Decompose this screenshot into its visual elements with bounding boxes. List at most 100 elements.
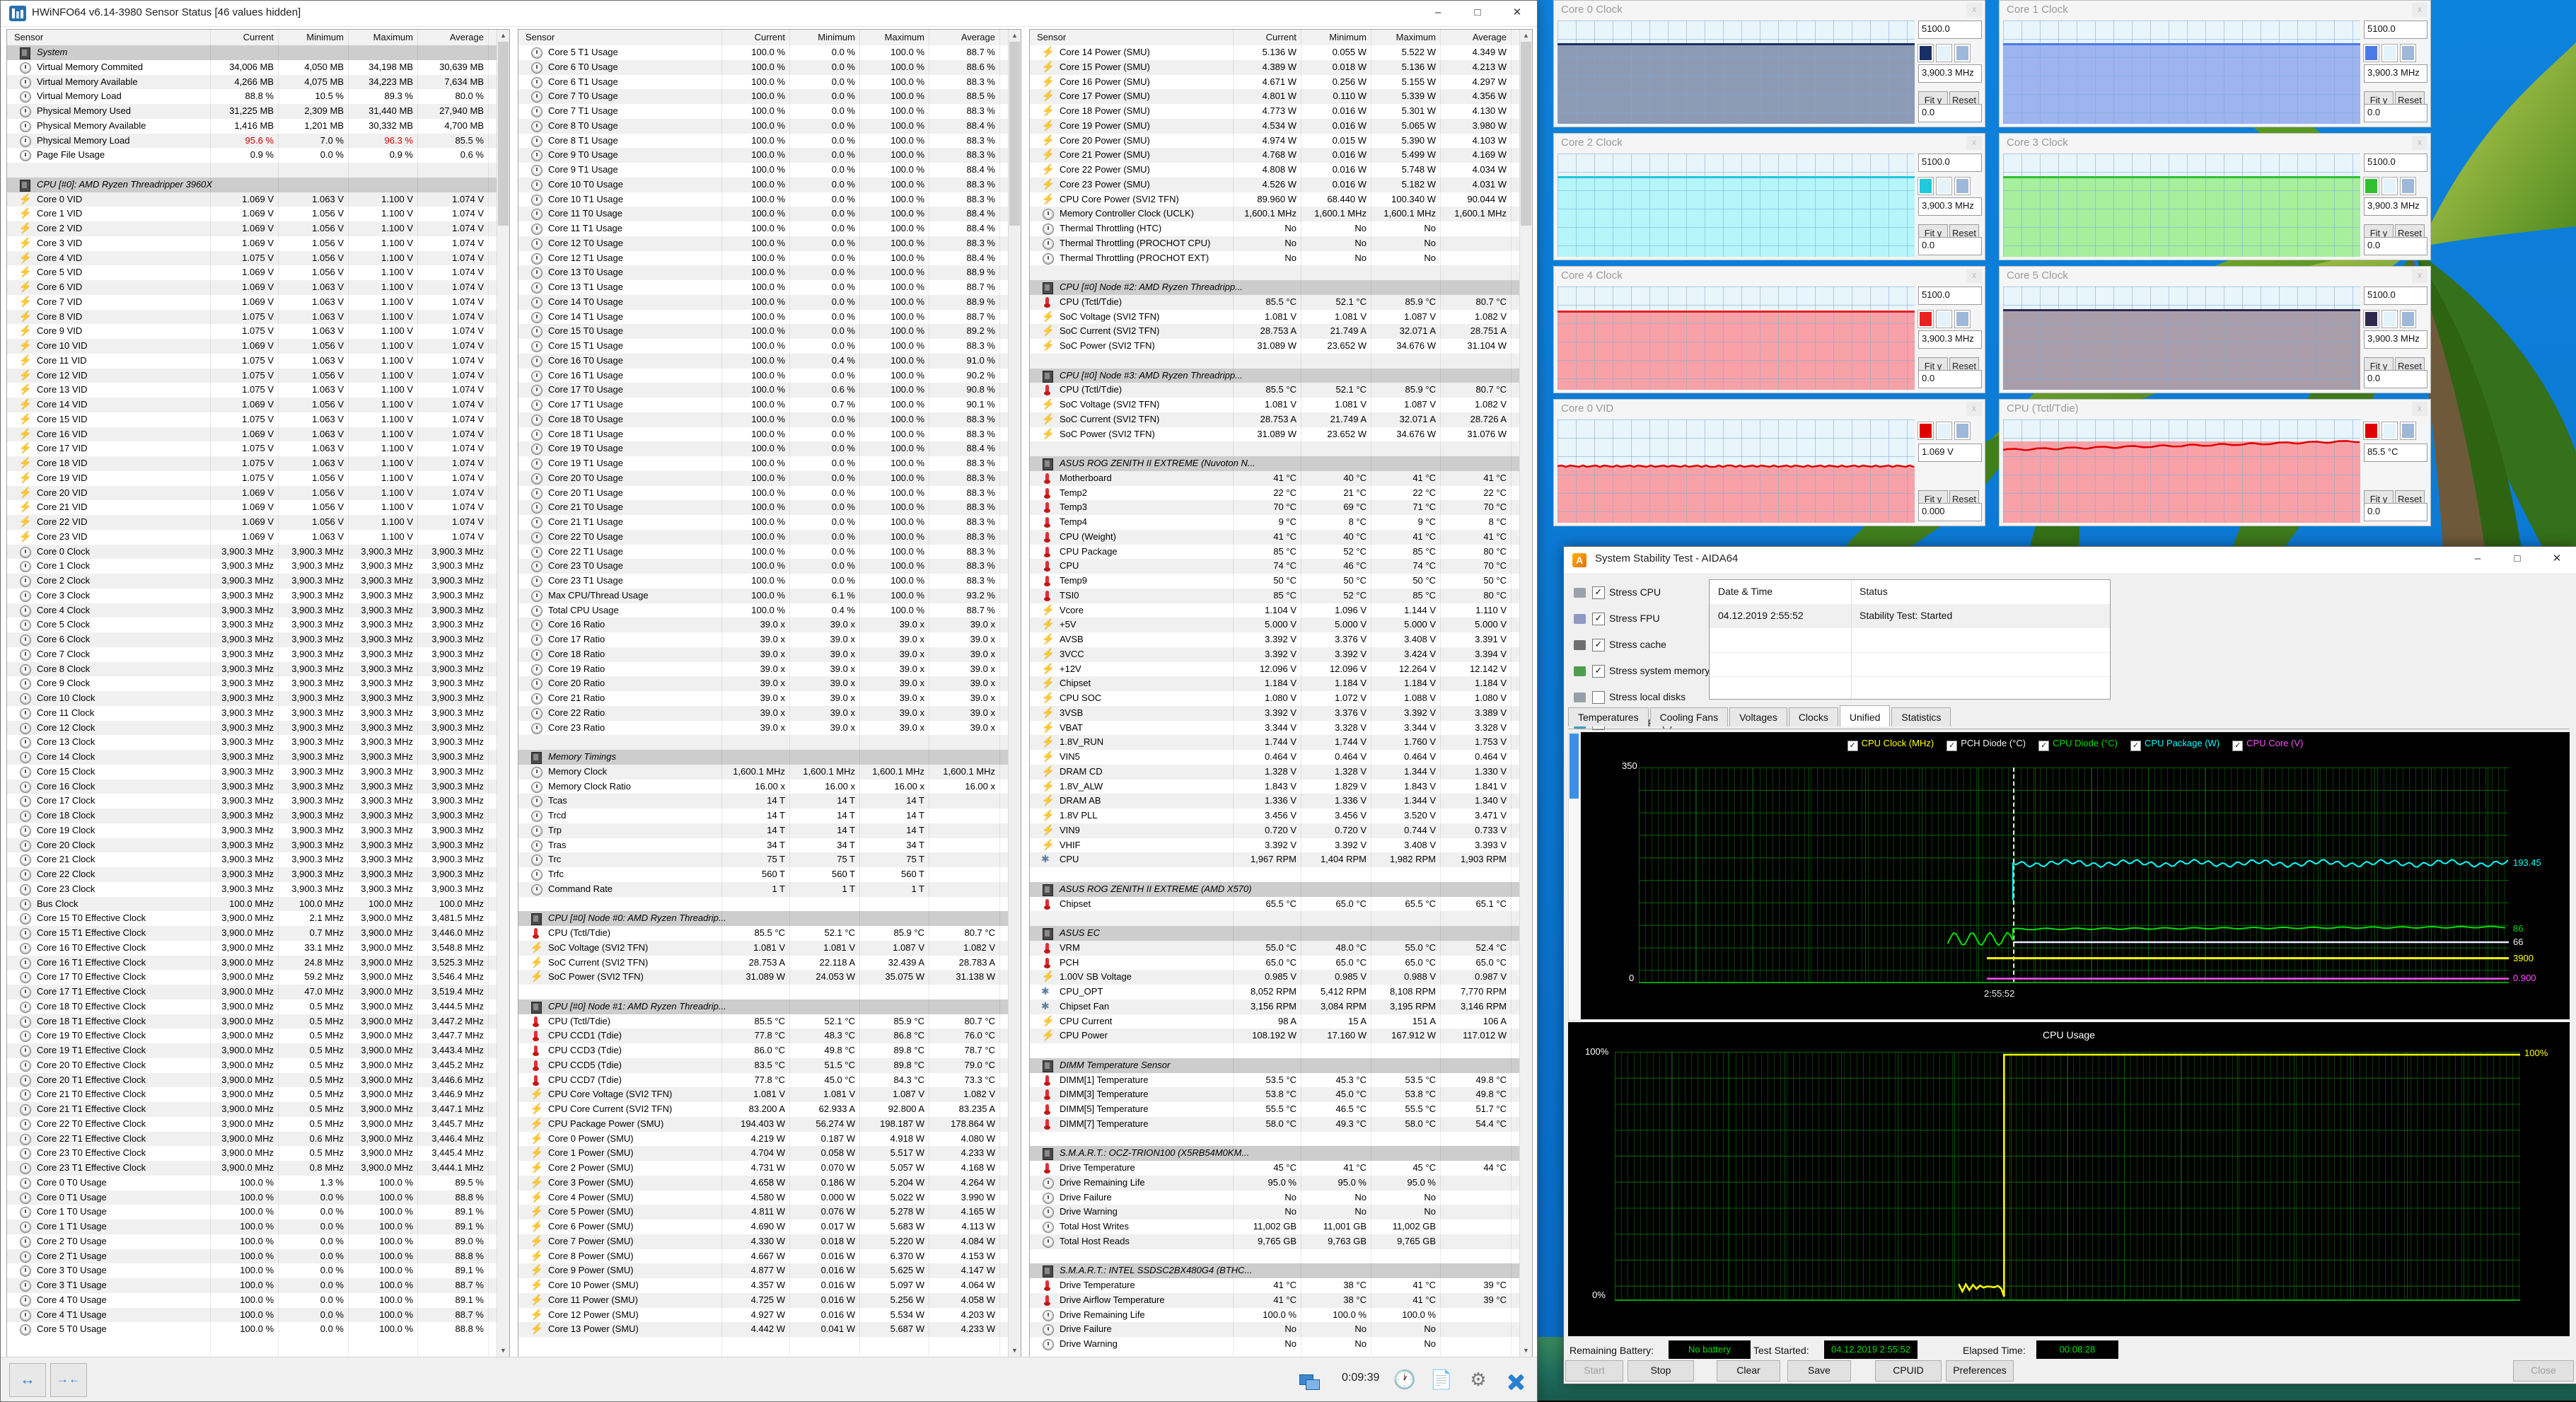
sensor-row[interactable]: ⚡Core 16 VID1.069 V1.063 V1.100 V1.074 V [7,427,497,442]
sensor-row[interactable]: ⚡Core 0 Power (SMU)4.219 W0.187 W4.918 W… [518,1132,1009,1147]
sensor-row[interactable]: ⚡Core 8 Power (SMU)4.667 W0.016 W6.370 W… [518,1249,1009,1264]
graph-color-swatches[interactable] [1918,178,1970,195]
sensor-row[interactable]: Core 16 Clock3,900.3 MHz3,900.3 MHz3,900… [7,780,497,794]
sensor-row[interactable]: Core 21 Ratio39.0 x39.0 x39.0 x39.0 x [518,691,1009,706]
sensor-row[interactable]: Core 8 T0 Usage100.0 %0.0 %100.0 %88.4 % [518,119,1009,134]
sensor-row[interactable]: Core 6 Clock3,900.3 MHz3,900.3 MHz3,900.… [7,632,497,647]
column-header[interactable]: Maximum [1396,32,1436,42]
sensor-row[interactable]: Core 13 T0 Usage100.0 %0.0 %100.0 %88.9 … [518,265,1009,280]
sensor-row[interactable]: ⚡Core 8 VID1.075 V1.063 V1.100 V1.074 V [7,310,497,325]
sensor-group-header[interactable]: CPU [#0] Node #0: AMD Ryzen Threadrip... [518,911,1009,926]
stop-button[interactable]: Stop [1628,1360,1694,1381]
column-header[interactable]: Maximum [373,32,413,42]
sensor-row[interactable]: ⚡Core 9 Power (SMU)4.877 W0.016 W5.625 W… [518,1263,1009,1278]
sensor-row[interactable]: Core 0 T1 Usage100.0 %0.0 %100.0 %88.8 % [7,1190,497,1205]
panel-scrollbar[interactable]: ▲▼ [1008,30,1021,1357]
sensor-row[interactable]: Trp14 T14 T14 T [518,823,1009,838]
sensor-row[interactable]: Core 16 T0 Usage100.0 %0.4 %100.0 %91.0 … [518,354,1009,369]
merge-columns-button[interactable]: →← [50,1363,87,1397]
sensor-row[interactable]: Core 23 T1 Effective Clock3,900.0 MHz0.8… [7,1161,497,1176]
sensor-row[interactable]: ⚡1.8V_RUN1.744 V1.744 V1.760 V1.753 V [1030,735,1520,750]
sensor-row[interactable]: CPU CCD7 (Tdie)77.8 °C45.0 °C84.3 °C73.3… [518,1073,1009,1088]
sensor-row[interactable]: CPU Package85 °C52 °C85 °C80 °C [1030,545,1520,560]
sensor-row[interactable]: Drive FailureNoNoNo [1030,1190,1520,1205]
sensor-row[interactable]: DIMM[1] Temperature53.5 °C45.3 °C53.5 °C… [1030,1073,1520,1088]
sensor-row[interactable]: Core 10 T1 Usage100.0 %0.0 %100.0 %88.3 … [518,192,1009,207]
sensor-row[interactable]: Core 6 T0 Usage100.0 %0.0 %100.0 %88.6 % [518,60,1009,75]
sensor-row[interactable]: Core 7 T0 Usage100.0 %0.0 %100.0 %88.5 % [518,89,1009,104]
sensor-row[interactable]: Trc75 T75 T75 T [518,852,1009,867]
sensor-row[interactable]: ⚡SoC Current (SVI2 TFN)28.753 A21.749 A3… [1030,412,1520,427]
sensor-row[interactable]: Core 22 Ratio39.0 x39.0 x39.0 x39.0 x [518,706,1009,721]
legend-checkbox[interactable]: ✓ [1847,741,1858,751]
close-icon[interactable]: x [2412,269,2427,283]
sensor-row[interactable]: Core 22 Clock3,900.3 MHz3,900.3 MHz3,900… [7,867,497,882]
sensor-row[interactable]: Physical Memory Used31,225 MB2,309 MB31,… [7,104,497,119]
sensor-row[interactable]: Core 21 T1 Effective Clock3,900.0 MHz0.5… [7,1102,497,1117]
sensor-row[interactable]: Page File Usage0.9 %0.0 %0.9 %0.6 % [7,148,497,163]
sensor-group-header[interactable]: S.M.A.R.T.: OCZ-TRION100 (X5RB54M0KM... [1030,1146,1520,1161]
sensor-row[interactable]: Memory Controller Clock (UCLK)1,600.1 MH… [1030,207,1520,221]
sensor-row[interactable]: ✱CPU1,967 RPM1,404 RPM1,982 RPM1,903 RPM [1030,852,1520,867]
column-header[interactable]: Average [961,32,995,42]
sensor-row[interactable]: ⚡SoC Power (SVI2 TFN)31.089 W24.053 W35.… [518,970,1009,985]
sensor-row[interactable]: ⚡Core 12 Power (SMU)4.927 W0.016 W5.534 … [518,1308,1009,1323]
sensor-row[interactable]: CPU (Tctl/Tdie)85.5 °C52.1 °C85.9 °C80.7… [518,926,1009,941]
graph-min-box[interactable]: 0.0 [2364,370,2427,388]
sensor-row[interactable]: Core 16 T1 Usage100.0 %0.0 %100.0 %90.2 … [518,369,1009,383]
legend-checkbox[interactable]: ✓ [2232,741,2243,751]
sensor-row[interactable]: Core 8 Clock3,900.3 MHz3,900.3 MHz3,900.… [7,662,497,677]
sensor-row[interactable]: Core 3 T1 Usage100.0 %0.0 %100.0 %88.7 % [7,1278,497,1293]
sensor-row[interactable]: Total Host Writes11,002 GB11,001 GB11,00… [1030,1219,1520,1234]
sensor-row[interactable]: ⚡Core 21 Power (SMU)4.768 W0.016 W5.499 … [1030,148,1520,163]
swap-columns-button[interactable]: ↔ [9,1363,46,1397]
cpuid-button[interactable]: CPUID [1875,1360,1942,1381]
sensor-group-header[interactable]: ASUS ROG ZENITH II EXTREME (Nuvoton N... [1030,456,1520,471]
sensor-row[interactable]: Core 1 T1 Usage100.0 %0.0 %100.0 %89.1 % [7,1219,497,1234]
sensor-row[interactable]: Core 12 T0 Usage100.0 %0.0 %100.0 %88.3 … [518,236,1009,251]
sensor-row[interactable]: Core 19 T0 Usage100.0 %0.0 %100.0 %88.4 … [518,441,1009,456]
sensor-row[interactable]: Chipset65.5 °C65.0 °C65.5 °C65.1 °C [1030,897,1520,912]
graph-max-box[interactable]: 5100.0 [1918,286,1982,305]
column-header[interactable]: Sensor [526,32,555,42]
sensor-row[interactable]: Virtual Memory Commited34,006 MB4,050 MB… [7,60,497,75]
sensor-row[interactable]: ⚡Core 22 Power (SMU)4.808 W0.016 W5.748 … [1030,163,1520,178]
sensor-row[interactable]: Core 19 T1 Usage100.0 %0.0 %100.0 %88.3 … [518,456,1009,471]
sensor-row[interactable]: Core 0 T0 Usage100.0 %1.3 %100.0 %89.5 % [7,1176,497,1190]
clock-icon[interactable]: 🕐 [1388,1365,1421,1394]
sensor-row[interactable]: ⚡Core 4 VID1.075 V1.056 V1.100 V1.074 V [7,251,497,266]
sensor-row[interactable]: CPU (Tctl/Tdie)85.5 °C52.1 °C85.9 °C80.7… [518,1014,1009,1029]
tab-temperatures[interactable]: Temperatures [1568,707,1649,726]
checkbox[interactable]: ✓ [1592,665,1605,678]
sensor-row[interactable]: ⚡DRAM AB1.336 V1.336 V1.344 V1.340 V [1030,794,1520,809]
chart-scrollbar-thumb[interactable] [1570,734,1579,799]
sensor-row[interactable]: ⚡CPU Core Current (SVI2 TFN)83.200 A62.9… [518,1102,1009,1117]
sensor-row[interactable]: Core 18 T0 Effective Clock3,900.0 MHz0.5… [7,1000,497,1014]
close-icon[interactable]: x [2412,3,2427,17]
graph-color-swatches[interactable] [2364,178,2415,195]
sensor-row[interactable]: ⚡VIN90.720 V0.720 V0.744 V0.733 V [1030,823,1520,838]
maximize-icon[interactable]: □ [1458,1,1497,26]
sensor-row[interactable]: Core 23 T0 Effective Clock3,900.0 MHz0.5… [7,1146,497,1161]
sensor-row[interactable]: Max CPU/Thread Usage100.0 %6.1 %100.0 %9… [518,589,1009,603]
sensor-row[interactable]: Core 20 T1 Usage100.0 %0.0 %100.0 %88.3 … [518,486,1009,501]
sensor-row[interactable]: ⚡SoC Power (SVI2 TFN)31.089 W23.652 W34.… [1030,427,1520,442]
column-header[interactable]: Minimum [1329,32,1367,42]
sensor-row[interactable]: ⚡+5V5.000 V5.000 V5.000 V5.000 V [1030,618,1520,632]
save-button[interactable]: Save [1787,1360,1851,1381]
graph-min-box[interactable]: 0.0 [1918,370,1982,388]
sensor-row[interactable]: CPU CCD5 (Tdie)83.5 °C51.5 °C89.8 °C79.0… [518,1058,1009,1073]
sensor-row[interactable]: Thermal Throttling (PROCHOT CPU)NoNoNo [1030,236,1520,251]
sensor-row[interactable]: Core 11 Clock3,900.3 MHz3,900.3 MHz3,900… [7,706,497,721]
sensor-row[interactable]: Core 22 T1 Usage100.0 %0.0 %100.0 %88.3 … [518,545,1009,560]
legend-checkbox[interactable]: ✓ [2038,741,2049,751]
sensor-row[interactable]: DIMM[7] Temperature58.0 °C49.3 °C58.0 °C… [1030,1117,1520,1132]
sensor-row[interactable]: Core 11 T0 Usage100.0 %0.0 %100.0 %88.4 … [518,207,1009,221]
graph-max-box[interactable]: 5100.0 [2364,21,2427,39]
tab-unified[interactable]: Unified [1840,705,1891,726]
sensor-row[interactable]: Drive Temperature41 °C38 °C41 °C39 °C [1030,1278,1520,1293]
sensor-row[interactable]: ⚡Core 7 Power (SMU)4.330 W0.018 W5.220 W… [518,1234,1009,1249]
sensor-row[interactable]: Core 17 Clock3,900.3 MHz3,900.3 MHz3,900… [7,794,497,809]
sensor-row[interactable]: ⚡Core 2 VID1.069 V1.056 V1.100 V1.074 V [7,221,497,236]
sensor-row[interactable]: Core 5 T0 Usage100.0 %0.0 %100.0 %88.8 % [7,1322,497,1337]
